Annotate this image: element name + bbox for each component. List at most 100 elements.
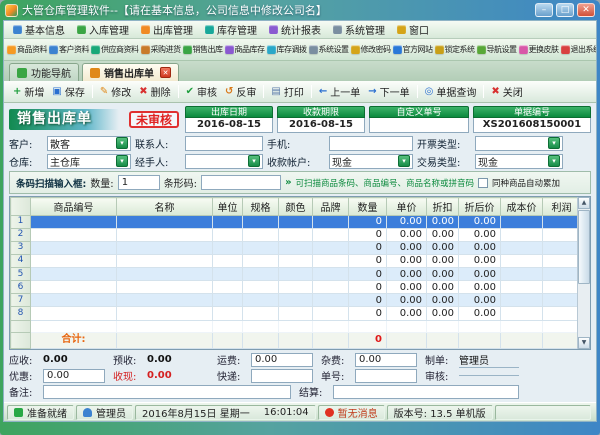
audit-button[interactable]: ✔审核 [182, 82, 221, 101]
scroll-track[interactable] [578, 209, 590, 337]
grid-cell[interactable] [243, 254, 279, 267]
grid-cell[interactable] [31, 215, 117, 228]
grid-cell[interactable] [313, 228, 349, 241]
grid-row[interactable]: 100.000.000.00 [11, 215, 578, 228]
grid-cell[interactable] [117, 228, 213, 241]
grid-cell[interactable] [243, 268, 279, 281]
remark-input[interactable] [43, 385, 291, 399]
grid-cell[interactable] [501, 228, 543, 241]
grid-cell[interactable] [31, 268, 117, 281]
menu-item-system[interactable]: 系统管理 [327, 20, 391, 39]
row-number-cell[interactable]: 5 [11, 268, 31, 281]
invoice-type-input[interactable]: ▾ [475, 136, 563, 151]
grid-row[interactable]: 700.000.000.00 [11, 294, 578, 307]
grid-cell[interactable] [31, 307, 117, 320]
grid-cell[interactable]: 0.00 [387, 281, 427, 294]
column-header-profit[interactable]: 利润 [543, 198, 578, 216]
column-header-brand[interactable]: 品牌 [313, 198, 349, 216]
grid-cell[interactable] [501, 268, 543, 281]
toolbar-button-exit[interactable]: 退出系统 [560, 42, 597, 57]
trade-type-input[interactable]: 现金 ▾ [475, 154, 563, 169]
grid-cell[interactable]: 0.00 [427, 215, 459, 228]
grid-row[interactable]: 300.000.000.00 [11, 241, 578, 254]
row-number-cell[interactable]: 4 [11, 254, 31, 267]
maximize-button[interactable]: □ [556, 3, 574, 17]
customer-input[interactable]: 散客 ▾ [47, 136, 131, 151]
toolbar-button-suppliers[interactable]: 供应商资料 [90, 42, 140, 57]
due-date-value[interactable]: 2016-08-15 [277, 118, 365, 133]
grid-cell[interactable] [213, 307, 243, 320]
menu-item-basic-info[interactable]: 基本信息 [7, 20, 71, 39]
grid-row[interactable]: 200.000.000.00 [11, 228, 578, 241]
grid-cell[interactable] [31, 281, 117, 294]
toolbar-button-stock[interactable]: 商品库存 [224, 42, 266, 57]
menu-item-inbound[interactable]: 入库管理 [71, 20, 135, 39]
row-number-cell[interactable]: 2 [11, 228, 31, 241]
toolbar-button-lock[interactable]: 锁定系统 [434, 42, 476, 57]
menu-item-outbound[interactable]: 出库管理 [135, 20, 199, 39]
outbound-date-value[interactable]: 2016-08-15 [185, 118, 273, 133]
toolbar-button-password[interactable]: 修改密码 [350, 42, 392, 57]
query-button[interactable]: ◎单据查询 [421, 82, 481, 101]
barcode-code-input[interactable] [201, 175, 281, 190]
freight-input[interactable]: 0.00 [251, 353, 313, 367]
minimize-button[interactable]: – [535, 3, 553, 17]
unaudit-button[interactable]: ↺反审 [221, 82, 260, 101]
grid-cell[interactable]: 0 [349, 268, 387, 281]
misc-input[interactable]: 0.00 [355, 353, 417, 367]
settle-input[interactable] [333, 385, 519, 399]
trackno-input[interactable] [355, 369, 417, 383]
toolbar-button-skin[interactable]: 更换皮肤 [518, 42, 560, 57]
grid-cell[interactable] [543, 294, 578, 307]
tab-close-icon[interactable]: ✕ [160, 67, 171, 78]
accumulate-checkbox[interactable] [478, 178, 488, 188]
grid-row[interactable]: 600.000.000.00 [11, 281, 578, 294]
row-number-cell[interactable]: 7 [11, 294, 31, 307]
grid-cell[interactable]: 0.00 [387, 228, 427, 241]
menu-item-reports[interactable]: 统计报表 [263, 20, 327, 39]
grid-cell[interactable] [279, 281, 313, 294]
grid-cell[interactable]: 0 [349, 241, 387, 254]
grid-cell[interactable] [543, 215, 578, 228]
grid-cell[interactable] [213, 215, 243, 228]
grid-cell[interactable] [243, 228, 279, 241]
grid-cell[interactable] [279, 294, 313, 307]
grid-cell[interactable] [117, 215, 213, 228]
grid-cell[interactable] [279, 215, 313, 228]
grid-cell[interactable]: 0 [349, 228, 387, 241]
grid-cell[interactable]: 0.00 [427, 254, 459, 267]
invoice-type-picker-button[interactable]: ▾ [548, 137, 560, 149]
warehouse-input[interactable]: 主仓库 ▾ [47, 154, 131, 169]
grid-cell[interactable]: 0.00 [427, 294, 459, 307]
modify-button[interactable]: ✎修改 [96, 82, 135, 101]
custom-no-value[interactable] [369, 118, 469, 133]
grid-cell[interactable]: 0.00 [427, 241, 459, 254]
grid-cell[interactable] [117, 281, 213, 294]
grid-cell[interactable]: 0 [349, 281, 387, 294]
grid-cell[interactable] [501, 241, 543, 254]
grid-cell[interactable] [501, 307, 543, 320]
mobile-input[interactable] [329, 136, 413, 151]
row-number-cell[interactable]: 8 [11, 307, 31, 320]
grid-cell[interactable] [543, 268, 578, 281]
grid-row[interactable]: 500.000.000.00 [11, 268, 578, 281]
grid-cell[interactable] [243, 215, 279, 228]
close-button[interactable]: ✕ [577, 3, 595, 17]
menu-item-inventory[interactable]: 库存管理 [199, 20, 263, 39]
discount-input[interactable]: 0.00 [43, 369, 105, 383]
grid-cell[interactable] [279, 254, 313, 267]
grid-cell[interactable]: 0 [349, 294, 387, 307]
add-button[interactable]: +新增 [9, 82, 48, 101]
grid-cell[interactable] [243, 294, 279, 307]
column-header-cost[interactable]: 成本价 [501, 198, 543, 216]
express-input[interactable] [251, 369, 313, 383]
grid-cell[interactable] [117, 268, 213, 281]
trade-type-picker-button[interactable]: ▾ [548, 155, 560, 167]
toolbar-button-goods[interactable]: 商品资料 [6, 42, 48, 57]
grid-cell[interactable]: 0.00 [459, 294, 501, 307]
grid-cell[interactable] [243, 307, 279, 320]
next-button[interactable]: →下一单 [364, 82, 413, 101]
grid-cell[interactable] [313, 294, 349, 307]
customer-picker-button[interactable]: ▾ [116, 137, 128, 149]
save-button[interactable]: ▣保存 [48, 82, 88, 101]
